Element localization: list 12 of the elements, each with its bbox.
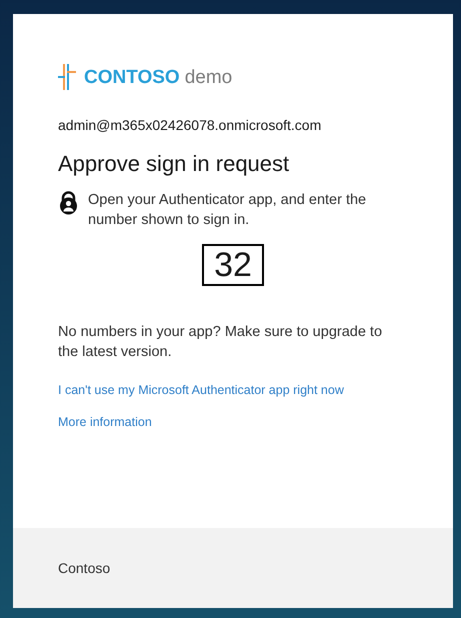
upgrade-note: No numbers in your app? Make sure to upgrade to the latest version. xyxy=(58,322,384,362)
instruction-text: Open your Authenticator app, and enter the number shown to sign in. xyxy=(88,190,368,230)
brand-suffix: demo xyxy=(184,68,232,86)
brand-name: CONTOSO xyxy=(84,68,180,86)
help-link[interactable]: More information xyxy=(58,413,152,432)
logo-icon xyxy=(58,64,76,90)
footer-text: Contoso xyxy=(58,558,110,578)
help-link[interactable]: I can't use my Microsoft Authenticator app right now xyxy=(58,380,344,400)
sign-in-number: 32 xyxy=(202,244,264,286)
lock-person-icon xyxy=(58,190,79,214)
account-email: admin@m365x02426078.onmicrosoft.com xyxy=(58,116,322,135)
page-title: Approve sign in request xyxy=(58,150,290,178)
